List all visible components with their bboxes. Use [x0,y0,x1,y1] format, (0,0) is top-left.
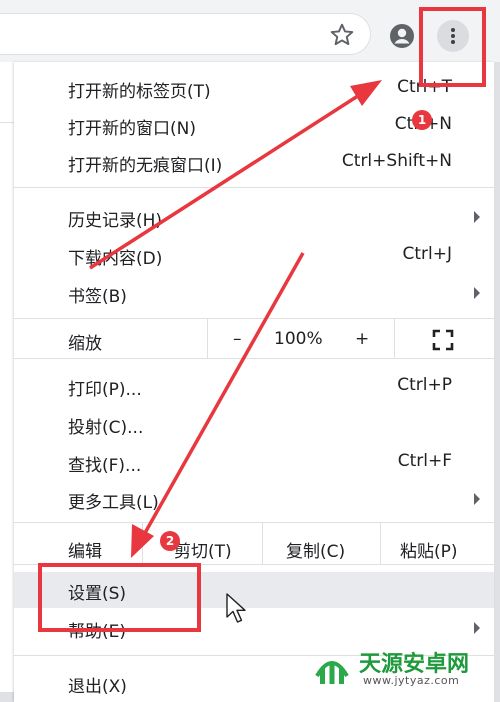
watermark-logo-icon [315,661,349,684]
annotation-arrow-line [139,252,305,541]
annotation-arrows [89,80,382,558]
mouse-cursor-icon [226,593,246,623]
watermark-url: www.jytyaz.com [363,674,460,687]
site-watermark: 天源安卓网 www.jytyaz.com [307,644,497,690]
annotation-arrow-head [350,80,382,106]
annotation-arrow-line [89,90,365,270]
step-badge-2: 2 [160,531,180,551]
step-badge-1: 1 [412,110,432,130]
annotation-arrow-head [131,524,154,558]
